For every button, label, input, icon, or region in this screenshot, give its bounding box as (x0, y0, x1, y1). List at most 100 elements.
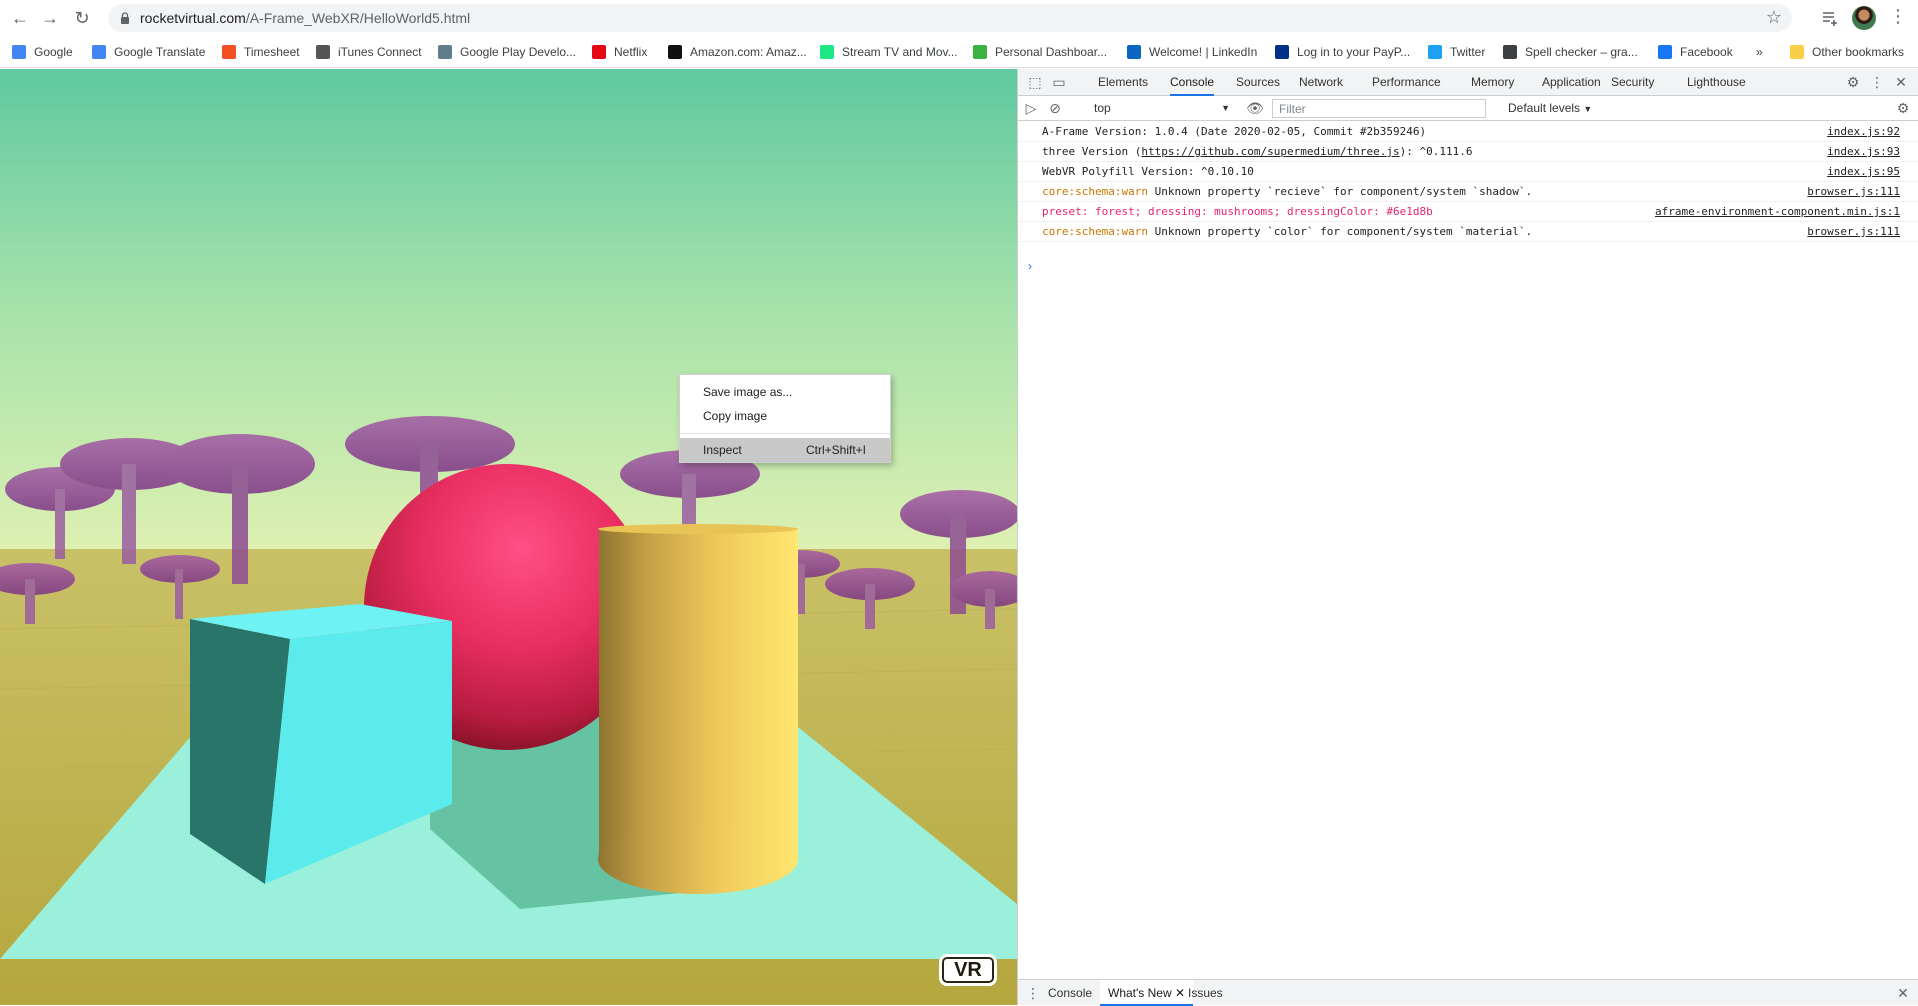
device-toolbar-icon[interactable]: ▭ (1050, 73, 1068, 91)
sidebar-toggle-icon[interactable]: ▷ (1022, 99, 1040, 117)
log-levels-dropdown[interactable]: Default levels ▼ (1478, 99, 1592, 118)
context-menu-label: Save image as... (703, 385, 793, 399)
devtools-tab-performance[interactable]: Performance (1372, 69, 1441, 96)
drawer-tab-label: Console (1048, 986, 1093, 1000)
bookmark-item[interactable]: Stream TV and Mov... (820, 42, 958, 62)
devtools-tab-elements[interactable]: Elements (1098, 69, 1148, 96)
context-menu-save-image[interactable]: Save image as... (680, 380, 890, 404)
forward-arrow-icon[interactable]: → (38, 6, 62, 30)
devtools-tab-console[interactable]: Console (1170, 69, 1215, 96)
console-filter-input[interactable] (1272, 99, 1486, 118)
bookmark-label: Spell checker – gra... (1525, 45, 1638, 59)
bookmark-item[interactable]: Google Translate (92, 42, 205, 62)
devtools-tab-sources[interactable]: Sources (1236, 69, 1280, 96)
bookmark-label: Facebook (1680, 45, 1733, 59)
netflix-icon (592, 45, 606, 59)
console-message-prefix: core:schema:warn (1042, 225, 1148, 238)
caret-down-icon: ▼ (1583, 104, 1593, 114)
twitter-icon (1428, 45, 1442, 59)
clear-console-icon[interactable]: ⊘ (1046, 99, 1064, 117)
aframe-scene-canvas[interactable]: VR Save image as... Copy image Inspect Ct… (0, 69, 1017, 1005)
bookmark-item[interactable]: Spell checker – gra... (1503, 42, 1638, 62)
vr-mode-button[interactable]: VR (939, 954, 997, 986)
back-arrow-icon[interactable]: ← (8, 6, 32, 30)
console-message: WebVR Polyfill Version: ^0.10.10 index.js… (1018, 162, 1918, 182)
windows-icon (222, 45, 236, 59)
bookmark-item[interactable]: Timesheet (222, 42, 300, 62)
chrome-menu-icon[interactable]: ⋮ (1888, 6, 1908, 27)
bookmarks-bar: Google Google Translate Timesheet iTunes Co… (0, 36, 1918, 68)
context-menu-separator (680, 433, 890, 434)
devtools-tab-application[interactable]: Application (1542, 69, 1601, 96)
console-prompt[interactable]: › (1028, 259, 1032, 273)
bookmark-item[interactable]: Twitter (1428, 42, 1485, 62)
close-tab-icon[interactable]: ✕ (1172, 986, 1185, 1000)
console-message-text: WebVR Polyfill Version: ^0.10.10 (1042, 165, 1254, 178)
console-message-text: Unknown property `color` for component/s… (1147, 225, 1533, 238)
inspect-element-icon[interactable]: ⬚ (1026, 73, 1044, 91)
bookmark-item[interactable]: Facebook (1658, 42, 1733, 62)
console-source-link[interactable]: index.js:93 (1827, 142, 1900, 162)
other-bookmarks-label: Other bookmarks (1812, 45, 1905, 59)
drawer-tab[interactable]: Console (1048, 980, 1092, 1006)
reading-list-icon[interactable] (1820, 8, 1840, 28)
bookmark-label: Personal Dashboar... (995, 45, 1108, 59)
console-source-link[interactable]: index.js:95 (1827, 162, 1900, 182)
close-drawer-icon[interactable]: ✕ (1894, 984, 1912, 1002)
context-menu-copy-image[interactable]: Copy image (680, 404, 890, 428)
devtools-tab-security[interactable]: Security (1611, 69, 1654, 96)
spellcheck-icon (1503, 45, 1517, 59)
console-message: three Version (https://github.com/superm… (1018, 142, 1918, 162)
bookmark-item[interactable]: Welcome! | LinkedIn (1127, 42, 1257, 62)
bookmark-label: Amazon.com: Amaz... (690, 45, 807, 59)
reload-icon[interactable]: ↻ (70, 6, 94, 30)
js-context-select[interactable]: top ▼ (1088, 99, 1238, 117)
bookmark-star-icon[interactable]: ☆ (1766, 7, 1782, 28)
facebook-icon (1658, 45, 1672, 59)
linkedin-icon (1127, 45, 1141, 59)
bookmark-item[interactable]: Google (12, 42, 73, 62)
lock-icon[interactable] (120, 12, 130, 24)
live-expression-eye-icon[interactable]: 👁 (1246, 99, 1264, 117)
console-message: A-Frame Version: 1.0.4 (Date 2020-02-05,… (1018, 122, 1918, 142)
devtools-tab-network[interactable]: Network (1299, 69, 1343, 96)
more-bookmarks-chevron[interactable]: » (1756, 42, 1763, 62)
console-message-link[interactable]: https://github.com/supermedium/three.js (1141, 145, 1399, 158)
devtools-menu-icon[interactable]: ⋮ (1868, 73, 1886, 91)
devtools-tab-lighthouse[interactable]: Lighthouse (1687, 69, 1746, 96)
console-message: core:schema:warn Unknown property `recie… (1018, 182, 1918, 202)
bookmark-item[interactable]: Log in to your PayP... (1275, 42, 1410, 62)
other-bookmarks[interactable]: Other bookmarks (1790, 42, 1904, 62)
settings-gear-icon[interactable]: ⚙ (1844, 73, 1862, 91)
bookmark-label: Google Translate (114, 45, 206, 59)
console-source-link[interactable]: browser.js:111 (1807, 222, 1900, 242)
profile-avatar[interactable] (1852, 6, 1876, 30)
bookmark-item[interactable]: iTunes Connect (316, 42, 422, 62)
url-path: /A-Frame_WebXR/HelloWorld5.html (245, 10, 471, 26)
drawer-tab[interactable]: Issues (1188, 980, 1223, 1006)
drawer-tab[interactable]: What's New ✕ (1100, 980, 1194, 1006)
bookmark-item[interactable]: Netflix (592, 42, 647, 62)
address-bar-row: ← → ↻ rocketvirtual.com/A-Frame_WebXR/He… (0, 0, 1918, 36)
bookmark-item[interactable]: Google Play Develo... (438, 42, 576, 62)
bookmark-label: Google (34, 45, 73, 59)
omnibox[interactable]: rocketvirtual.com/A-Frame_WebXR/HelloWor… (108, 4, 1792, 32)
bookmark-label: Twitter (1450, 45, 1486, 59)
console-settings-gear-icon[interactable]: ⚙ (1894, 99, 1912, 117)
bookmark-item[interactable]: Personal Dashboar... (973, 42, 1107, 62)
translate-icon (92, 45, 106, 59)
hulu-icon (820, 45, 834, 59)
context-menu-inspect[interactable]: Inspect Ctrl+Shift+I (680, 438, 890, 462)
close-devtools-icon[interactable]: ✕ (1892, 73, 1910, 91)
devtools-tab-memory[interactable]: Memory (1471, 69, 1514, 96)
console-source-link[interactable]: browser.js:111 (1807, 182, 1900, 202)
bookmark-label: Stream TV and Mov... (842, 45, 958, 59)
bookmark-item[interactable]: Amazon.com: Amaz... (668, 42, 807, 62)
drawer-menu-icon[interactable]: ⋮ (1024, 984, 1042, 1002)
console-message-prefix: preset: forest; dressing: mushrooms; dre… (1042, 205, 1433, 218)
console-source-link[interactable]: index.js:92 (1827, 122, 1900, 142)
devtools-drawer-tabs: ⋮ Console What's New ✕ Issues ✕ (1018, 979, 1918, 1006)
drawer-tab-label: Issues (1188, 986, 1223, 1000)
console-source-link[interactable]: aframe-environment-component.min.js:1 (1655, 202, 1900, 222)
url-text[interactable]: rocketvirtual.com/A-Frame_WebXR/HelloWor… (140, 10, 470, 26)
